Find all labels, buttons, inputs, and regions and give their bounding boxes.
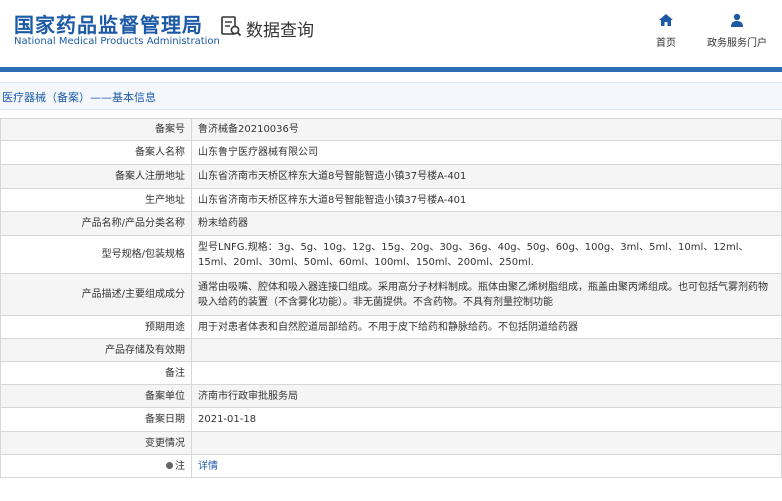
row-key: 备案单位 xyxy=(0,384,192,408)
row-key: 产品存储及有效期 xyxy=(0,338,192,362)
row-key: 产品名称/产品分类名称 xyxy=(0,211,192,236)
row-key: 备案人名称 xyxy=(0,140,192,165)
row-key: 产品描述/主要组成成分 xyxy=(0,273,192,316)
table-row: 预期用途 用于对患者体表和自然腔道局部给药。不用于皮下给药和静脉给药。不包括阴道… xyxy=(0,315,782,339)
row-key: 变更情况 xyxy=(0,431,192,455)
nav-portal[interactable]: 政务服务门户 xyxy=(704,12,770,49)
row-value: 2021-01-18 xyxy=(191,407,782,432)
row-key: 备案日期 xyxy=(0,407,192,432)
nav-home[interactable]: 首页 xyxy=(636,12,696,49)
home-icon xyxy=(658,12,674,31)
nav-home-label: 首页 xyxy=(656,38,676,49)
row-value xyxy=(191,361,782,385)
user-icon xyxy=(729,12,745,31)
row-value: 山东省济南市天桥区梓东大道8号智能智造小镇37号楼A-401 xyxy=(191,188,782,212)
row-key: 备案人注册地址 xyxy=(0,164,192,189)
row-value: 鲁济械备20210036号 xyxy=(191,118,782,141)
section-title: 医疗器械（备案）——基本信息 xyxy=(2,91,156,104)
table-row: 备案号 鲁济械备20210036号 xyxy=(0,118,782,141)
table-row: 产品存储及有效期 xyxy=(0,338,782,362)
row-value xyxy=(191,338,782,362)
note-key: 注 xyxy=(0,454,192,478)
section-header: 医疗器械（备案）——基本信息 xyxy=(0,82,782,110)
table-row: 备案人注册地址 山东省济南市天桥区梓东大道8号智能智造小镇37号楼A-401 xyxy=(0,164,782,189)
table-row: 备案日期 2021-01-18 xyxy=(0,407,782,432)
database-title: 数据查询 xyxy=(220,15,314,41)
table-row: 产品名称/产品分类名称 粉末给药器 xyxy=(0,211,782,236)
basic-info-table: 备案号 鲁济械备20210036号 备案人名称 山东鲁宁医疗器械有限公司 备案人… xyxy=(0,118,782,478)
row-value: 型号LNFG.规格：3g、5g、10g、12g、15g、20g、30g、36g、… xyxy=(191,235,782,274)
database-search-icon xyxy=(220,15,242,41)
table-row: 生产地址 山东省济南市天桥区梓东大道8号智能智造小镇37号楼A-401 xyxy=(0,188,782,212)
table-row: 型号规格/包装规格 型号LNFG.规格：3g、5g、10g、12g、15g、20… xyxy=(0,235,782,274)
row-value: 用于对患者体表和自然腔道局部给药。不用于皮下给药和静脉给药。不包括阴道给药器 xyxy=(191,315,782,339)
row-value: 粉末给药器 xyxy=(191,211,782,236)
table-row: 备案人名称 山东鲁宁医疗器械有限公司 xyxy=(0,140,782,165)
table-row: 变更情况 xyxy=(0,431,782,455)
site-header: 国家药品监督管理局 National Medical Products Admi… xyxy=(0,0,782,68)
site-logo-cn[interactable]: 国家药品监督管理局 xyxy=(14,9,203,38)
row-value: 山东省济南市天桥区梓东大道8号智能智造小镇37号楼A-401 xyxy=(191,164,782,189)
row-key: 生产地址 xyxy=(0,188,192,212)
row-value: 济南市行政审批服务局 xyxy=(191,384,782,408)
header-divider xyxy=(0,67,782,72)
site-logo-en: National Medical Products Administration xyxy=(14,36,220,47)
row-key: 备注 xyxy=(0,361,192,385)
table-row: 备注 xyxy=(0,361,782,385)
database-title-text: 数据查询 xyxy=(246,20,314,41)
nav-portal-label: 政务服务门户 xyxy=(707,38,767,49)
note-value: 详情 xyxy=(191,454,782,478)
row-value: 山东鲁宁医疗器械有限公司 xyxy=(191,140,782,165)
note-key-label: 注 xyxy=(175,460,185,472)
table-row: 产品描述/主要组成成分 通常由吸嘴、腔体和吸入器连接口组成。采用高分子材料制成。… xyxy=(0,273,782,316)
row-value: 通常由吸嘴、腔体和吸入器连接口组成。采用高分子材料制成。瓶体由聚乙烯树脂组成，瓶… xyxy=(191,273,782,316)
bullet-icon xyxy=(166,462,173,469)
row-key: 备案号 xyxy=(0,118,192,141)
table-row: 注 详情 xyxy=(0,454,782,478)
details-link[interactable]: 详情 xyxy=(198,461,218,472)
row-value xyxy=(191,431,782,455)
row-key: 型号规格/包装规格 xyxy=(0,235,192,274)
row-key: 预期用途 xyxy=(0,315,192,339)
table-row: 备案单位 济南市行政审批服务局 xyxy=(0,384,782,408)
